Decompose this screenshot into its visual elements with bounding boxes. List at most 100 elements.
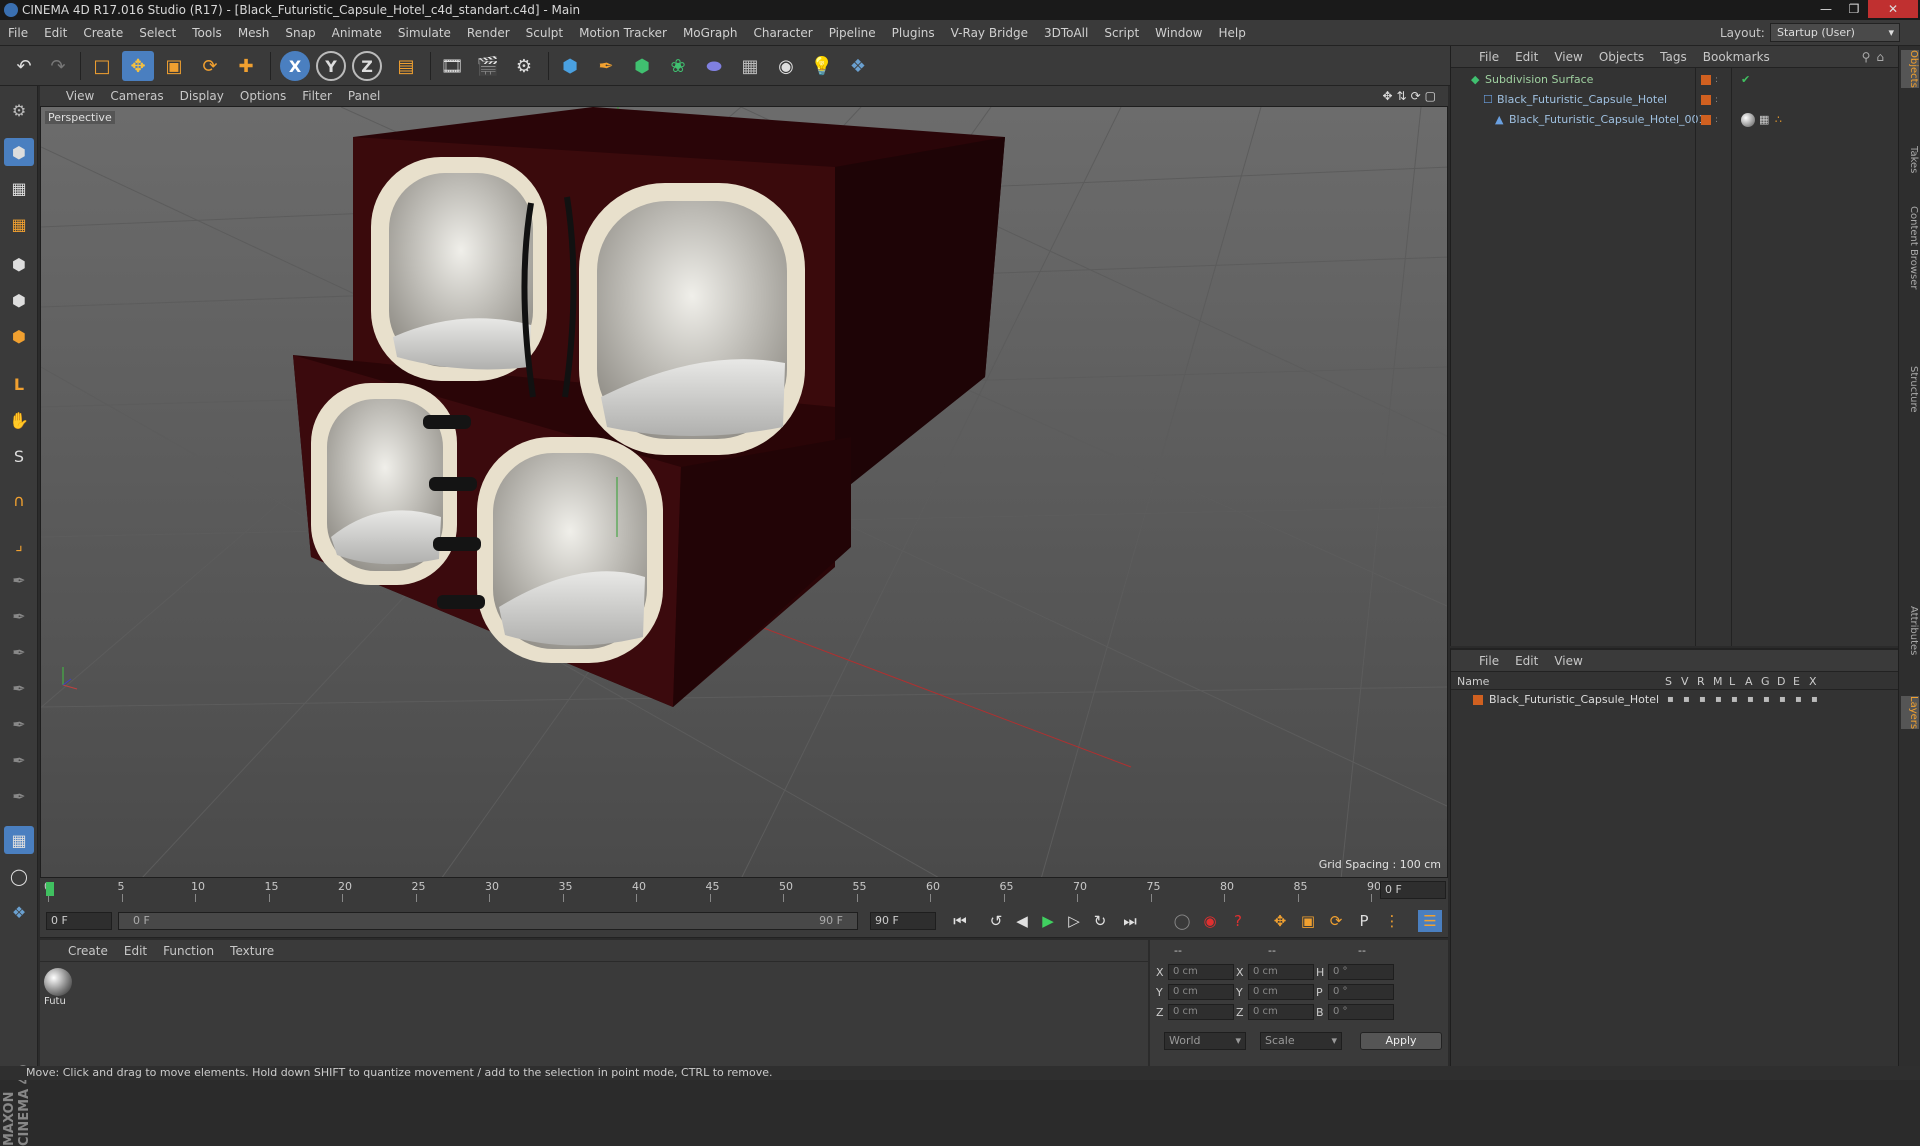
menu-snap[interactable]: Snap (277, 20, 323, 46)
material-menu-create[interactable]: Create (60, 940, 116, 962)
workplane-icon[interactable]: ▦ (4, 210, 34, 238)
menu-character[interactable]: Character (745, 20, 820, 46)
coord-value-field[interactable]: 0 cm (1248, 984, 1314, 1000)
timeline-ruler[interactable]: 051015202530354045505560657075808590 0 F (40, 878, 1448, 902)
frame-range-slider[interactable]: 0 F 90 F (118, 912, 858, 930)
menu-mograph[interactable]: MoGraph (675, 20, 746, 46)
menu-pipeline[interactable]: Pipeline (821, 20, 884, 46)
layer-column-a[interactable]: A (1745, 675, 1753, 688)
menu-render[interactable]: Render (459, 20, 518, 46)
object-menu-bookmarks[interactable]: Bookmarks (1695, 46, 1778, 68)
view-icon[interactable]: ▪ (1683, 692, 1690, 708)
layer-color-swatch[interactable] (1473, 695, 1483, 705)
coord-value-field[interactable]: 0 ° (1328, 984, 1394, 1000)
layout-select[interactable]: Startup (User) ▾ (1770, 23, 1900, 42)
play-icon[interactable]: ▶ (1036, 910, 1060, 932)
side-tab-structure[interactable]: Structure (1901, 366, 1919, 413)
layer-column-e[interactable]: E (1793, 675, 1800, 688)
viewport-menu-cameras[interactable]: Cameras (102, 86, 171, 106)
model-mode-icon[interactable]: ⬢ (4, 138, 34, 166)
menu-edit[interactable]: Edit (36, 20, 75, 46)
render-picture-viewer-icon[interactable]: 🎬 (472, 51, 504, 81)
current-frame-field[interactable]: 0 F (1380, 881, 1446, 899)
layer-color-swatch[interactable] (1701, 115, 1711, 125)
side-tab-attributes[interactable]: Attributes (1901, 606, 1919, 655)
undo-icon[interactable]: ↶ (8, 51, 40, 81)
coordinate-mode-select[interactable]: Scale ▾ (1260, 1032, 1342, 1050)
layer-color-swatch[interactable] (1701, 75, 1711, 85)
home-icon[interactable]: ⌂ (1876, 50, 1890, 64)
zoom-icon[interactable]: ⇅ (1397, 89, 1411, 103)
brush-3-icon[interactable]: ✒ (4, 638, 34, 666)
live-select-icon[interactable]: □ (86, 51, 118, 81)
texture-tag-icon[interactable]: ▦ (1759, 110, 1769, 130)
prev-frame-icon[interactable]: ◀ (1010, 910, 1034, 932)
layer-column-s[interactable]: S (1665, 675, 1672, 688)
z-axis-icon[interactable]: Z (352, 51, 382, 81)
menu-tools[interactable]: Tools (184, 20, 230, 46)
layer-row[interactable]: Black_Futuristic_Capsule_Hotel ▪ ▪ ▪ ▪ ▪ ▪ ▪ ▪ ▪ ▪ (1451, 692, 1899, 708)
coord-value-field[interactable]: 0 cm (1248, 1004, 1314, 1020)
menu-mesh[interactable]: Mesh (230, 20, 278, 46)
quantize-icon[interactable]: ⌟ (4, 530, 34, 558)
camera-icon[interactable]: ◉ (770, 51, 802, 81)
menu-v-ray-bridge[interactable]: V-Ray Bridge (943, 20, 1036, 46)
render-settings-icon[interactable]: ⚙ (508, 51, 540, 81)
coordinate-space-select[interactable]: World ▾ (1164, 1032, 1246, 1050)
layer-column-v[interactable]: V (1681, 675, 1689, 688)
menu-sculpt[interactable]: Sculpt (518, 20, 571, 46)
layer-column-d[interactable]: D (1777, 675, 1785, 688)
locked-icon[interactable]: ▪ (1731, 692, 1738, 708)
move-tool-icon[interactable]: ✚ (230, 51, 262, 81)
viewport-menu-panel[interactable]: Panel (340, 86, 388, 106)
object-menu-edit[interactable]: Edit (1507, 46, 1546, 68)
brush-1-icon[interactable]: ✒ (4, 566, 34, 594)
autokey-icon[interactable]: ◉ (1198, 910, 1222, 932)
menu-help[interactable]: Help (1210, 20, 1253, 46)
coordinate-system-icon[interactable]: ▤ (390, 51, 422, 81)
material-menu-edit[interactable]: Edit (116, 940, 155, 962)
polygons-mode-icon[interactable]: ⬢ (4, 322, 34, 350)
viewport-menu-view[interactable]: View (58, 86, 102, 106)
coord-value-field[interactable]: 0 cm (1248, 964, 1314, 980)
brush-2-icon[interactable]: ✒ (4, 602, 34, 630)
magnet-icon[interactable]: ∩ (4, 486, 34, 514)
checker-icon[interactable]: ▦ (4, 826, 34, 854)
viewport-menu-filter[interactable]: Filter (294, 86, 340, 106)
object-menu-tags[interactable]: Tags (1652, 46, 1695, 68)
layer-column-name[interactable]: Name (1457, 675, 1489, 688)
next-frame-icon[interactable]: ▷ (1062, 910, 1086, 932)
next-keyframe-icon[interactable]: ↻ (1088, 910, 1112, 932)
animation-icon[interactable]: ▪ (1747, 692, 1754, 708)
menu-select[interactable]: Select (131, 20, 184, 46)
maximize-icon[interactable]: ▢ (1425, 89, 1440, 103)
make-editable-icon[interactable]: ⚙ (4, 96, 34, 124)
move-icon[interactable]: ✥ (122, 51, 154, 81)
menu-file[interactable]: File (0, 20, 36, 46)
rotate-key-icon[interactable]: ⟳ (1324, 910, 1348, 932)
coord-value-field[interactable]: 0 ° (1328, 964, 1394, 980)
material-menu-texture[interactable]: Texture (222, 940, 282, 962)
brush-6-icon[interactable]: ✒ (4, 746, 34, 774)
texture-mode-icon[interactable]: ▦ (4, 174, 34, 202)
coord-value-field[interactable]: 0 cm (1168, 984, 1234, 1000)
apply-button[interactable]: Apply (1360, 1032, 1442, 1050)
side-tab-content-browser[interactable]: Content Browser (1901, 206, 1919, 289)
menu-simulate[interactable]: Simulate (390, 20, 459, 46)
edges-mode-icon[interactable]: ⬢ (4, 286, 34, 314)
material-tag-icon[interactable] (1741, 113, 1755, 127)
go-to-end-icon[interactable]: ⏭ (1118, 910, 1142, 932)
tweak-icon[interactable]: ✋ (4, 406, 34, 434)
menu-3dtoall[interactable]: 3DToAll (1036, 20, 1096, 46)
generators-icon[interactable]: ▪ (1763, 692, 1770, 708)
restore-icon[interactable]: ❐ (1840, 0, 1868, 18)
start-frame-field[interactable]: 0 F (46, 912, 112, 930)
rotate-icon[interactable]: ⟳ (194, 51, 226, 81)
enabled-check-icon[interactable]: ✔ (1741, 70, 1750, 90)
side-tab-objects[interactable]: Objects (1901, 50, 1919, 88)
object-row[interactable]: ☐ Black_Futuristic_Capsule_Hotel: (1451, 90, 1899, 110)
layer-menu-edit[interactable]: Edit (1507, 650, 1546, 672)
coord-value-field[interactable]: 0 cm (1168, 1004, 1234, 1020)
go-to-start-icon[interactable]: ⏮ (948, 910, 972, 932)
end-frame-field[interactable]: 90 F (870, 912, 936, 930)
